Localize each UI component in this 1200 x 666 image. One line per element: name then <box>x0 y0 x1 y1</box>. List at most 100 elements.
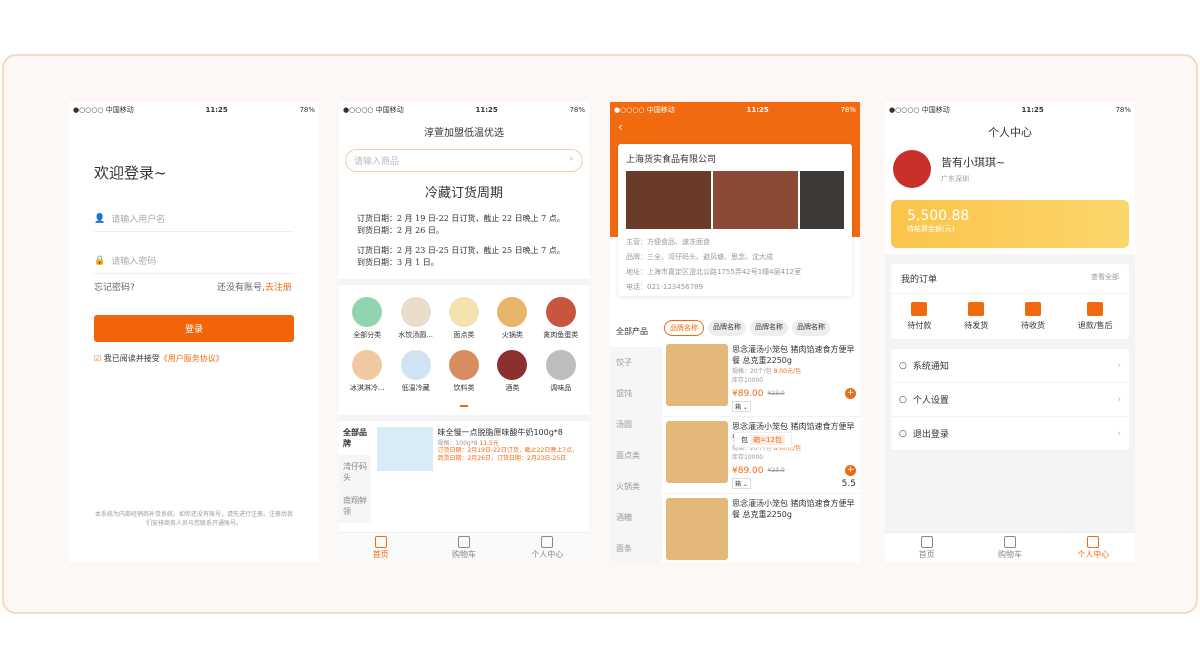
category-item[interactable]: 调味品 <box>537 350 585 393</box>
order-icon <box>911 302 928 316</box>
category-icon <box>400 350 431 380</box>
login-title: 欢迎登录~ <box>94 164 167 182</box>
page-title: 淳萱加盟低温优选 <box>424 128 504 139</box>
order-status-item[interactable]: 待付款 <box>907 302 931 331</box>
category-label: 火锅类 <box>501 331 523 339</box>
order-status-item[interactable]: 待发货 <box>964 302 988 331</box>
category-item[interactable]: 水饺汤圆... <box>391 297 439 340</box>
profile-screen: ●○○○○ 中国移动 11:25 78% 个人中心 皆有小琪琪~ 广东深圳 5,500… <box>885 102 1135 562</box>
register-note: 本系统为内部经销商补货系统。如你还没有账号，请先进行注册。注册后我们安排商务人员… <box>94 511 293 527</box>
brand-item[interactable]: 南翔鲜领 <box>339 489 372 523</box>
product-list: 思念灌汤小笼包 猪肉馅速食方便早餐 总克重2250g 规格：20个/包 8.00元… <box>662 340 860 562</box>
menu-label: 退出登录 <box>912 430 949 440</box>
agreement-link[interactable]: 《用户服务协议》 <box>160 354 224 363</box>
product-item[interactable]: 思念灌汤小笼包 猪肉馅速食方便早餐 总克重2250g规格：20个/包 8.00元… <box>662 417 860 494</box>
login-screen: ●○○○○ 中国移动 11:25 78% 欢迎登录~ 👤 请输入用户名 🔒 请输入密码 … <box>69 102 319 562</box>
unit-select[interactable]: 箱 ⌄ <box>732 478 751 489</box>
store-tel: 电话：021-123456789 <box>626 283 703 291</box>
brand-item[interactable]: 湾仔码头 <box>339 455 372 489</box>
sidebar-item[interactable]: 面点类 <box>610 440 662 471</box>
product-name[interactable]: 味全慢一点脱脂原味酸牛奶100g*8 <box>437 427 583 438</box>
brand-title: 全部品牌 <box>343 428 367 448</box>
category-item[interactable]: 全部分类 <box>343 297 391 340</box>
category-grid: 全部分类 水饺汤圆... 面点类 火锅类 禽肉鱼蛋类冰淇淋冷... 低温冷藏 饮料类 酒类 调味… <box>339 279 589 405</box>
balance-card[interactable]: 5,500.88 待结算金额(元) <box>891 200 1129 248</box>
category-item[interactable]: 火锅类 <box>488 297 536 340</box>
user-location: 广东深圳 <box>941 175 969 183</box>
stock: 库存10000 <box>732 454 764 461</box>
category-item[interactable]: 酒类 <box>488 350 536 393</box>
order-status-item[interactable]: 待收货 <box>1021 302 1045 331</box>
menu-label: 系统通知 <box>912 362 949 372</box>
menu-item[interactable]: ○ 个人设置 › <box>891 383 1129 417</box>
tab-me[interactable]: 个人中心 <box>1052 533 1135 562</box>
brand-chip[interactable]: 品牌名称 <box>792 320 830 336</box>
category-label: 酒类 <box>505 384 520 392</box>
sidebar-item[interactable]: 酒糟 <box>610 502 662 533</box>
category-label: 调味品 <box>550 384 572 392</box>
forgot-password-link[interactable]: 忘记密码? <box>94 280 135 293</box>
search-input[interactable]: 请输入商品 ⌕ <box>345 149 583 172</box>
sidebar-item[interactable]: 火锅类 <box>610 471 662 502</box>
notice-2: 订货日期：2 月 23 日-25 日订货，截止 25 日晚上 7 点。到货日期：… <box>357 246 565 267</box>
menu-list: ○ 系统通知 › ○ 个人设置 › ○ 退出登录 › <box>891 349 1129 451</box>
category-item[interactable]: 禽肉鱼蛋类 <box>537 297 585 340</box>
menu-icon: ○ <box>899 394 907 405</box>
sidebar-item[interactable]: 全部产品 <box>610 316 662 347</box>
user-icon: 👤 <box>94 213 106 224</box>
lock-icon: 🔒 <box>94 255 106 266</box>
product-item[interactable]: 思念灌汤小笼包 猪肉馅速食方便早餐 总克重2250g <box>662 494 860 562</box>
username-field[interactable]: 👤 请输入用户名 <box>94 206 294 232</box>
tab-me[interactable]: 个人中心 <box>506 533 589 562</box>
password-field[interactable]: 🔒 请输入密码 <box>94 248 294 274</box>
chevron-right-icon: › <box>1117 428 1121 439</box>
category-item[interactable]: 冰淇淋冷... <box>343 350 391 393</box>
brand-chip[interactable]: 品牌名称 <box>750 320 788 336</box>
category-label: 冰淇淋冷... <box>349 384 385 392</box>
sidebar-item[interactable]: 汤圆 <box>610 409 662 440</box>
add-button[interactable]: + <box>845 465 856 476</box>
category-item[interactable]: 饮料类 <box>440 350 488 393</box>
brand-chip[interactable]: 品牌名称 <box>708 320 746 336</box>
category-icon <box>400 297 431 327</box>
agree-text: 我已阅读并接受 <box>103 354 160 363</box>
product-image[interactable] <box>377 427 434 471</box>
category-label: 禽肉鱼蛋类 <box>543 331 579 339</box>
view-all-link[interactable]: 查看全部 <box>1091 272 1119 285</box>
category-item[interactable]: 低温冷藏 <box>391 350 439 393</box>
price: ¥89.00 <box>732 388 764 399</box>
orders-title: 我的订单 <box>901 275 938 285</box>
chevron-right-icon: › <box>1117 360 1121 371</box>
agree-checkbox[interactable]: ☑ <box>94 354 101 363</box>
sidebar-item[interactable]: 饺子 <box>610 347 662 378</box>
page-indicator <box>460 405 468 407</box>
register-link[interactable]: 去注册 <box>265 283 292 293</box>
tab-cart[interactable]: 购物车 <box>422 533 505 562</box>
category-item[interactable]: 面点类 <box>440 297 488 340</box>
product-note: 订货日期：2月19日-22日订货，截止22日晚上7点，到货日期：2月26日，订货… <box>437 447 579 462</box>
order-status-item[interactable]: 退款/售后 <box>1078 302 1113 331</box>
tab-home[interactable]: 首页 <box>885 533 968 562</box>
product-item[interactable]: 思念灌汤小笼包 猪肉馅速食方便早餐 总克重2250g规格：20个/包 8.00元… <box>662 340 860 417</box>
avatar[interactable] <box>893 150 931 188</box>
stock: 库存10000 <box>732 377 764 384</box>
tab-home[interactable]: 首页 <box>339 533 422 562</box>
category-icon <box>497 350 528 380</box>
add-button[interactable]: + <box>845 388 856 399</box>
login-button[interactable]: 登录 <box>94 315 294 342</box>
product-name: 思念灌汤小笼包 猪肉馅速食方便早餐 总克重2250g <box>732 499 855 519</box>
sidebar-item[interactable]: 面条 <box>610 533 662 562</box>
unit-popup[interactable]: 包 箱=12包 <box>734 432 793 448</box>
category-icon <box>448 350 479 380</box>
category-sidebar: 全部产品 饺子 馄饨 汤圆 面点类 火锅类 酒糟 面条 <box>610 316 662 562</box>
menu-item[interactable]: ○ 系统通知 › <box>891 349 1129 383</box>
order-icon <box>1025 302 1042 316</box>
unit-select[interactable]: 箱 ⌄ <box>732 401 751 412</box>
back-icon[interactable]: ‹ <box>610 118 860 136</box>
page-title: 个人中心 <box>988 126 1032 139</box>
menu-item[interactable]: ○ 退出登录 › <box>891 417 1129 451</box>
unit-price: 8.00元/包 <box>773 368 801 375</box>
brand-chip[interactable]: 品牌名称 <box>664 320 704 336</box>
tab-cart[interactable]: 购物车 <box>968 533 1051 562</box>
sidebar-item[interactable]: 馄饨 <box>610 378 662 409</box>
